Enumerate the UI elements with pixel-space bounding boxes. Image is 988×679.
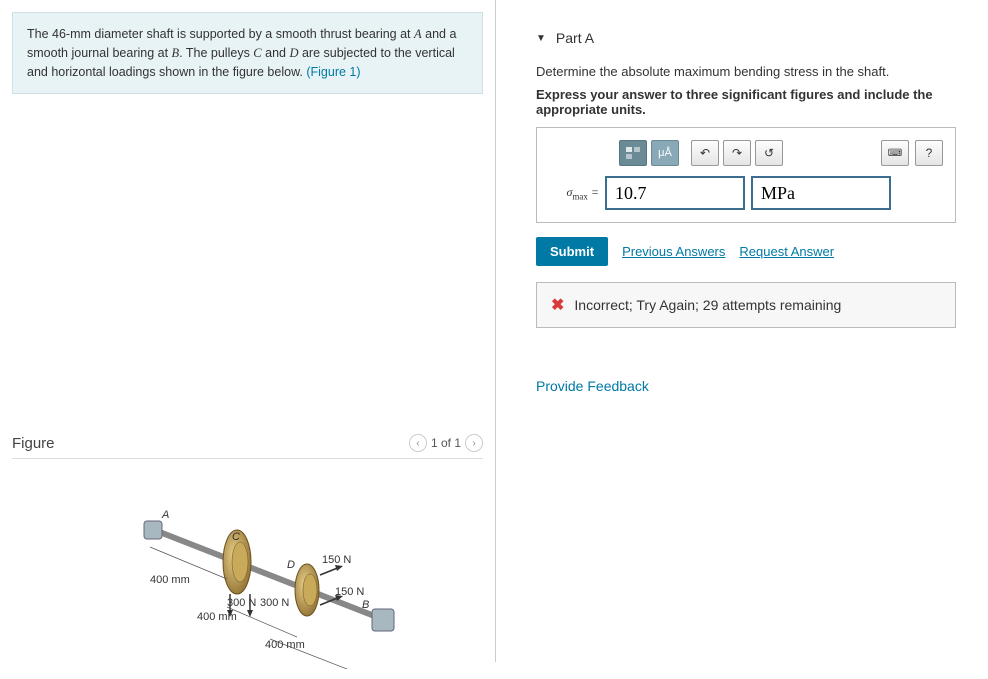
dim-400-1: 400 mm [150,574,190,586]
submit-button[interactable]: Submit [536,237,608,266]
redo-button[interactable]: ↷ [723,140,751,166]
templates-button[interactable] [619,140,647,166]
templates-icon [625,146,641,160]
dim-400-3: 400 mm [265,639,305,651]
part-title: Part A [556,30,594,46]
label-C: C [232,531,240,543]
answer-panel: μÅ ↶ ↷ ↺ ⌨ ? σmax = [536,127,956,223]
feedback-text: Incorrect; Try Again; 29 attempts remain… [574,297,841,313]
label-A: A [162,509,169,521]
figure-next-button[interactable]: › [465,434,483,452]
reset-icon: ↺ [764,146,774,160]
force-150-2: 150 N [335,586,364,598]
reset-button[interactable]: ↺ [755,140,783,166]
problem-statement: The 46-mm diameter shaft is supported by… [12,12,483,94]
instruction-primary: Determine the absolute maximum bending s… [536,64,968,79]
help-button[interactable]: ? [915,140,943,166]
figure-prev-button[interactable]: ‹ [409,434,427,452]
force-300-2: 300 N [260,597,289,609]
undo-button[interactable]: ↶ [691,140,719,166]
instruction-secondary: Express your answer to three significant… [536,87,968,117]
figure-title: Figure [12,435,55,452]
units-button[interactable]: μÅ [651,140,679,166]
figure-counter: 1 of 1 [431,436,461,450]
sigma-label: σmax = [549,185,599,201]
figure-link[interactable]: (Figure 1) [306,65,360,79]
dim-400-2: 400 mm [197,611,237,623]
label-B: B [362,599,369,611]
force-300-1: 300 N [227,597,256,609]
previous-answers-link[interactable]: Previous Answers [622,244,725,259]
feedback-box: ✖ Incorrect; Try Again; 29 attempts rema… [536,282,956,328]
incorrect-icon: ✖ [551,295,564,315]
keyboard-button[interactable]: ⌨ [881,140,909,166]
label-D: D [287,559,295,571]
var-A: A [414,27,422,41]
keyboard-icon: ⌨ [888,148,902,159]
force-150-1: 150 N [322,554,351,566]
undo-icon: ↶ [700,146,710,160]
var-C: C [253,46,261,60]
redo-icon: ↷ [732,146,742,160]
provide-feedback-link[interactable]: Provide Feedback [536,378,968,394]
value-input[interactable] [605,176,745,210]
collapse-icon[interactable]: ▼ [536,33,546,44]
request-answer-link[interactable]: Request Answer [739,244,834,259]
figure-image: A C D B 400 mm 400 mm 400 mm 300 N 300 N… [12,479,483,679]
problem-text: The 46-mm diameter shaft is supported by… [27,27,414,41]
unit-input[interactable] [751,176,891,210]
